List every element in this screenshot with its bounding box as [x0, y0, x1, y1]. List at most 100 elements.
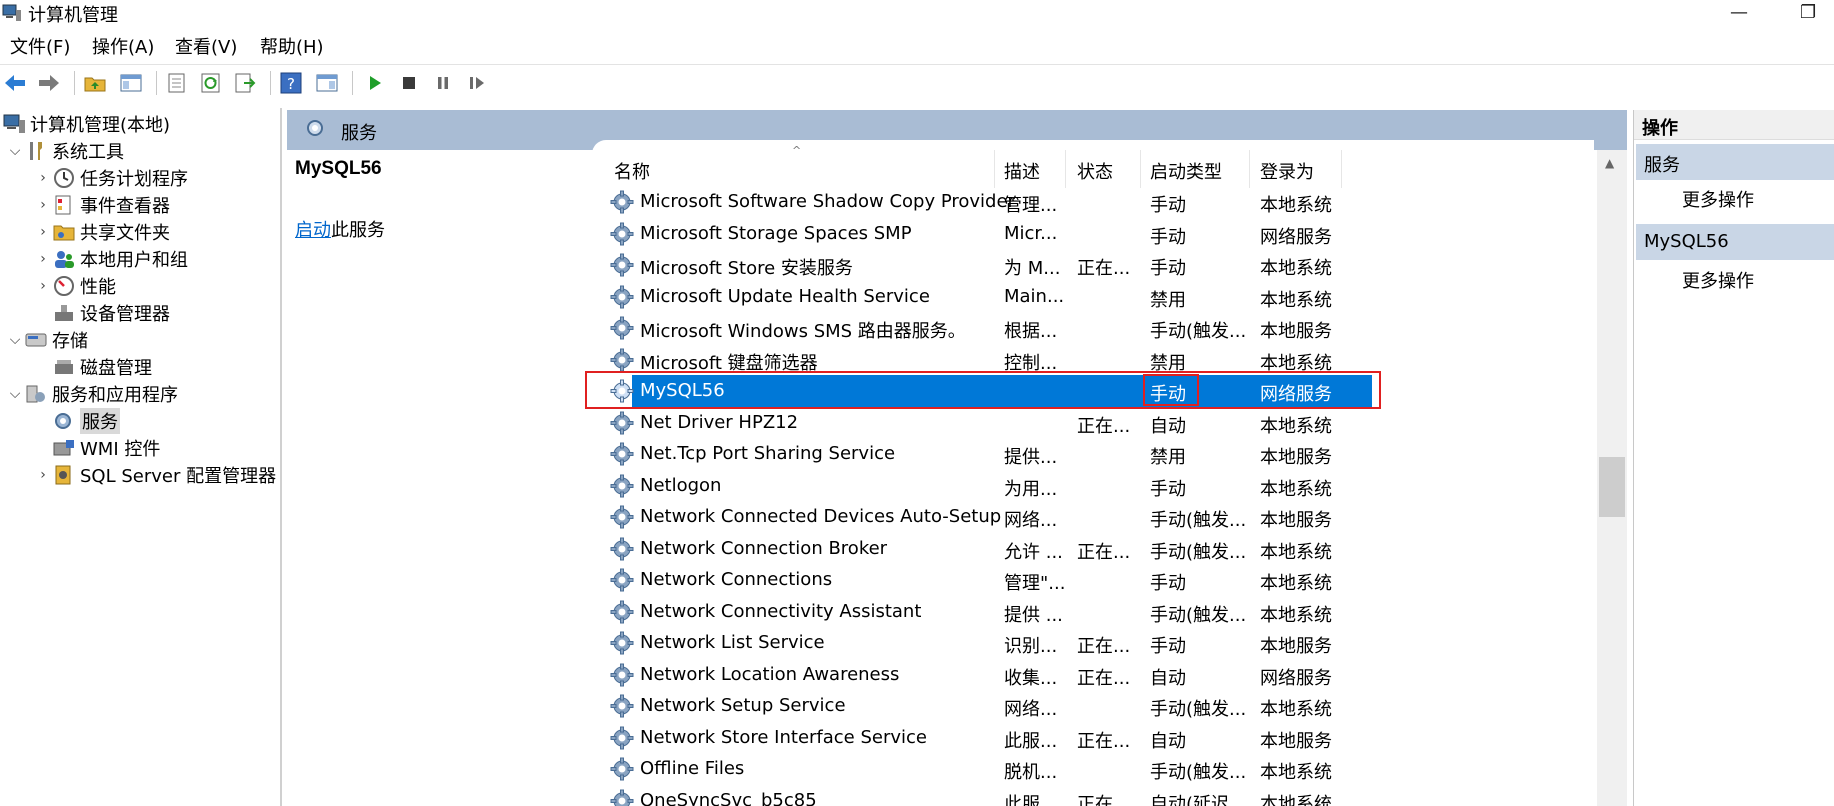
service-row[interactable]: Network Connections 管理"... 手动 本地系统 [610, 564, 1410, 596]
tree-item-wmi[interactable]: WMI 控件 [52, 435, 160, 461]
expand-chevron-icon[interactable]: › [34, 197, 52, 213]
service-description-cell: 为用... [1004, 478, 1058, 500]
tree-item-services[interactable]: 服务 [52, 408, 120, 434]
service-row[interactable]: Net.Tcp Port Sharing Service 提供... 禁用 本地服务 [610, 438, 1410, 470]
actions-section-services[interactable]: 服务 [1636, 144, 1834, 180]
service-row[interactable]: Netlogon 为用... 手动 本地系统 [610, 470, 1410, 502]
service-row[interactable]: Microsoft Update Health Service Main... 禁用… [610, 281, 1410, 313]
tree-item-system-tools[interactable]: ⌵ 系统工具 [6, 138, 124, 164]
column-header-startup-type[interactable]: 启动类型 [1150, 158, 1222, 184]
scrollbar-thumb[interactable] [1599, 457, 1625, 517]
service-gear-icon [610, 505, 634, 529]
refresh-icon[interactable] [198, 70, 224, 96]
export-list-icon[interactable] [232, 70, 258, 96]
service-description-cell: 识别... [1004, 636, 1058, 657]
start-service-link[interactable]: 启动 [295, 220, 331, 241]
pause-icon[interactable] [430, 70, 456, 96]
service-logon-cell: 本地服务 [1260, 730, 1332, 752]
column-header-status[interactable]: 状态 [1077, 158, 1113, 184]
expand-chevron-icon[interactable]: › [34, 170, 52, 186]
service-logon-cell: 本地服务 [1260, 321, 1332, 342]
tree-item-disk-management[interactable]: 磁盘管理 [52, 354, 152, 380]
expand-chevron-icon[interactable]: › [34, 467, 52, 483]
tree-item-root[interactable]: 计算机管理(本地) [2, 111, 170, 137]
service-gear-icon [610, 537, 634, 560]
service-row[interactable]: Microsoft Windows SMS 路由器服务。 根据... 手动(触发..… [610, 312, 1410, 344]
wmi-icon [53, 440, 74, 456]
menu-help[interactable]: 帮助(H) [260, 33, 324, 59]
service-row[interactable]: Microsoft Software Shadow Copy Provider 管… [610, 186, 1410, 218]
forward-arrow-icon[interactable] [36, 70, 62, 96]
expand-chevron-icon[interactable]: › [34, 251, 52, 267]
more-actions-services[interactable]: 更多操作 [1682, 186, 1754, 212]
collapse-chevron-icon[interactable]: ⌵ [6, 332, 24, 348]
services-apps-icon [26, 385, 45, 403]
service-description-cell: 此服... [1004, 730, 1058, 752]
svg-text:?: ? [287, 75, 295, 93]
actions-section-mysql56[interactable]: MySQL56 [1636, 224, 1834, 260]
menu-file[interactable]: 文件(F) [10, 33, 70, 59]
service-description-cell: Micr... [1004, 222, 1058, 244]
service-row[interactable]: Network Connection Broker 允许 ... 正在... 手动(触… [610, 533, 1410, 565]
computer-management-icon [2, 4, 21, 21]
resume-icon[interactable] [464, 70, 490, 96]
expand-chevron-icon[interactable]: › [34, 224, 52, 240]
tools-icon [30, 142, 42, 160]
play-icon[interactable] [362, 70, 388, 96]
event-viewer-icon [55, 195, 71, 215]
tree-item-shared-folders[interactable]: › 共享文件夹 [34, 219, 170, 245]
menu-view[interactable]: 查看(V) [175, 33, 237, 59]
column-header-name[interactable]: 名称 [614, 158, 650, 184]
collapse-chevron-icon[interactable]: ⌵ [6, 143, 24, 159]
help-icon[interactable]: ? [278, 70, 304, 96]
service-name-cell: Microsoft Software Shadow Copy Provider [640, 191, 1015, 212]
show-tree-icon[interactable] [118, 70, 144, 96]
service-status-cell: 正在... [1077, 258, 1131, 279]
tree-item-task-scheduler[interactable]: › 任务计划程序 [34, 165, 188, 191]
up-folder-icon[interactable] [82, 70, 108, 96]
service-row[interactable]: Microsoft Store 安装服务 为 M... 正在... 手动 本地系统 [610, 249, 1410, 281]
service-startup-type-cell: 自动 [1150, 415, 1186, 437]
tree-item-device-manager[interactable]: 设备管理器 [52, 300, 170, 326]
service-row[interactable]: Net Driver HPZ12 正在... 自动 本地系统 [610, 407, 1410, 439]
tree-item-sql-config[interactable]: › SQL Server 配置管理器 [34, 462, 276, 488]
service-name-cell: Network Location Awareness [640, 663, 900, 685]
title-bar: 计算机管理 — ❐ [0, 0, 1834, 28]
tree-item-event-viewer[interactable]: › 事件查看器 [34, 192, 170, 218]
column-header-log-on-as[interactable]: 登录为 [1260, 158, 1314, 184]
back-arrow-icon[interactable] [2, 70, 28, 96]
service-status-cell: 正在... [1077, 793, 1131, 806]
service-startup-type-cell: 手动 [1150, 195, 1186, 216]
service-status-cell: 正在... [1077, 636, 1131, 657]
service-row[interactable]: Network Store Interface Service 此服... 正在..… [610, 722, 1410, 754]
toolbar: ? [0, 64, 1834, 100]
column-header-description[interactable]: 描述 [1004, 158, 1040, 184]
service-logon-cell: 本地服务 [1260, 447, 1332, 468]
service-row[interactable]: Network Location Awareness 收集... 正在... 自动 网络… [610, 659, 1410, 691]
service-row[interactable]: Network Connectivity Assistant 提供 ... 手动(触… [610, 596, 1410, 628]
vertical-scrollbar[interactable]: ▲ [1597, 150, 1627, 806]
tree-item-services-apps[interactable]: ⌵ 服务和应用程序 [6, 381, 178, 407]
scroll-up-icon[interactable]: ▲ [1605, 156, 1614, 170]
service-row[interactable]: OneSyncSvc_b5c85 此服... 正在... 自动(延迟... 本地系统 [610, 785, 1410, 806]
stop-icon[interactable] [396, 70, 422, 96]
service-name-cell: Network Connectivity Assistant [640, 600, 922, 622]
service-row[interactable]: Network Setup Service 网络... 手动(触发... 本地系统 [610, 690, 1410, 722]
service-description-cell: 网络... [1004, 699, 1058, 720]
tree-item-performance[interactable]: › 性能 [34, 273, 116, 299]
service-row[interactable]: Offline Files 脱机... 手动(触发... 本地系统 [610, 753, 1410, 785]
tree-item-storage[interactable]: ⌵ 存储 [6, 327, 88, 353]
tree-item-local-users[interactable]: › 本地用户和组 [34, 246, 188, 272]
expand-chevron-icon[interactable]: › [34, 278, 52, 294]
more-actions-mysql56[interactable]: 更多操作 [1682, 267, 1754, 293]
restore-button[interactable]: ❐ [1800, 2, 1816, 23]
menu-bar: 文件(F) 操作(A) 查看(V) 帮助(H) [0, 30, 1834, 60]
properties-icon[interactable] [164, 70, 190, 96]
service-row[interactable]: Network List Service 识别... 正在... 手动 本地服务 [610, 627, 1410, 659]
service-row[interactable]: Network Connected Devices Auto-Setup 网络..… [610, 501, 1410, 533]
show-action-pane-icon[interactable] [314, 70, 340, 96]
collapse-chevron-icon[interactable]: ⌵ [6, 386, 24, 402]
menu-action[interactable]: 操作(A) [92, 33, 154, 59]
minimize-button[interactable]: — [1730, 2, 1748, 23]
service-row[interactable]: Microsoft Storage Spaces SMP Micr... 手动 网络服… [610, 218, 1410, 250]
